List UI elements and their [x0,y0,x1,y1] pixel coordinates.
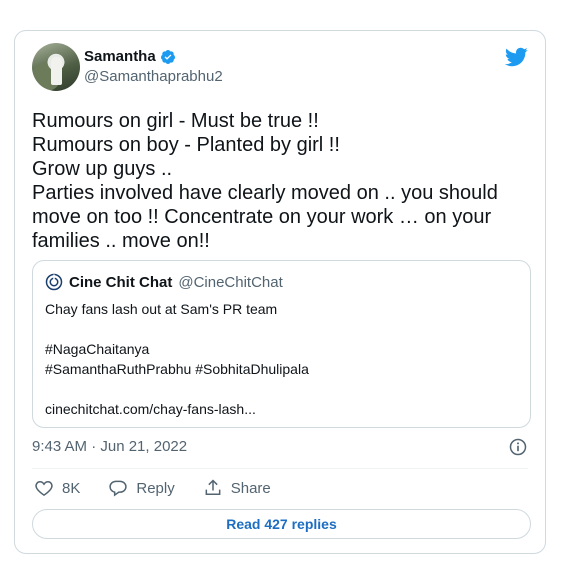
quoted-author-name: Cine Chit Chat [69,273,173,291]
avatar-figure [51,57,62,85]
reply-button[interactable]: Reply [108,478,175,498]
tweet-card: Samantha @Samanthaprabhu2 Rumours on gir… [14,30,546,554]
author-name[interactable]: Samantha [84,48,156,66]
author-block: Samantha @Samanthaprabhu2 [84,48,223,86]
twitter-bird-icon[interactable] [504,45,528,69]
quoted-tweet[interactable]: Cine Chit Chat @CineChitChat Chay fans l… [32,260,531,428]
share-button[interactable]: Share [203,478,271,498]
avatar[interactable] [32,43,80,91]
action-bar: 8K Reply Share [34,478,299,498]
quoted-tweet-header: Cine Chit Chat @CineChitChat [45,273,283,291]
cine-chit-chat-logo-icon [45,273,63,291]
quoted-tweet-text: Chay fans lash out at Sam's PR team #Nag… [45,301,309,417]
divider [32,468,528,469]
read-replies-button[interactable]: Read 427 replies [32,509,531,539]
share-label: Share [230,479,271,497]
author-name-row: Samantha [84,48,223,66]
verified-badge-icon [160,50,175,64]
like-button[interactable]: 8K [34,478,80,498]
author-handle[interactable]: @Samanthaprabhu2 [84,68,223,86]
tweet-timestamp[interactable]: 9:43 AM · Jun 21, 2022 [32,438,187,455]
quoted-author-handle: @CineChitChat [178,273,283,291]
heart-icon [35,480,53,496]
like-count: 8K [62,479,81,497]
info-icon[interactable] [508,437,528,457]
tweet-text: Rumours on girl - Must be true !! Rumour… [32,110,498,252]
share-icon [205,479,221,495]
reply-label: Reply [136,479,175,497]
reply-icon [109,480,128,497]
